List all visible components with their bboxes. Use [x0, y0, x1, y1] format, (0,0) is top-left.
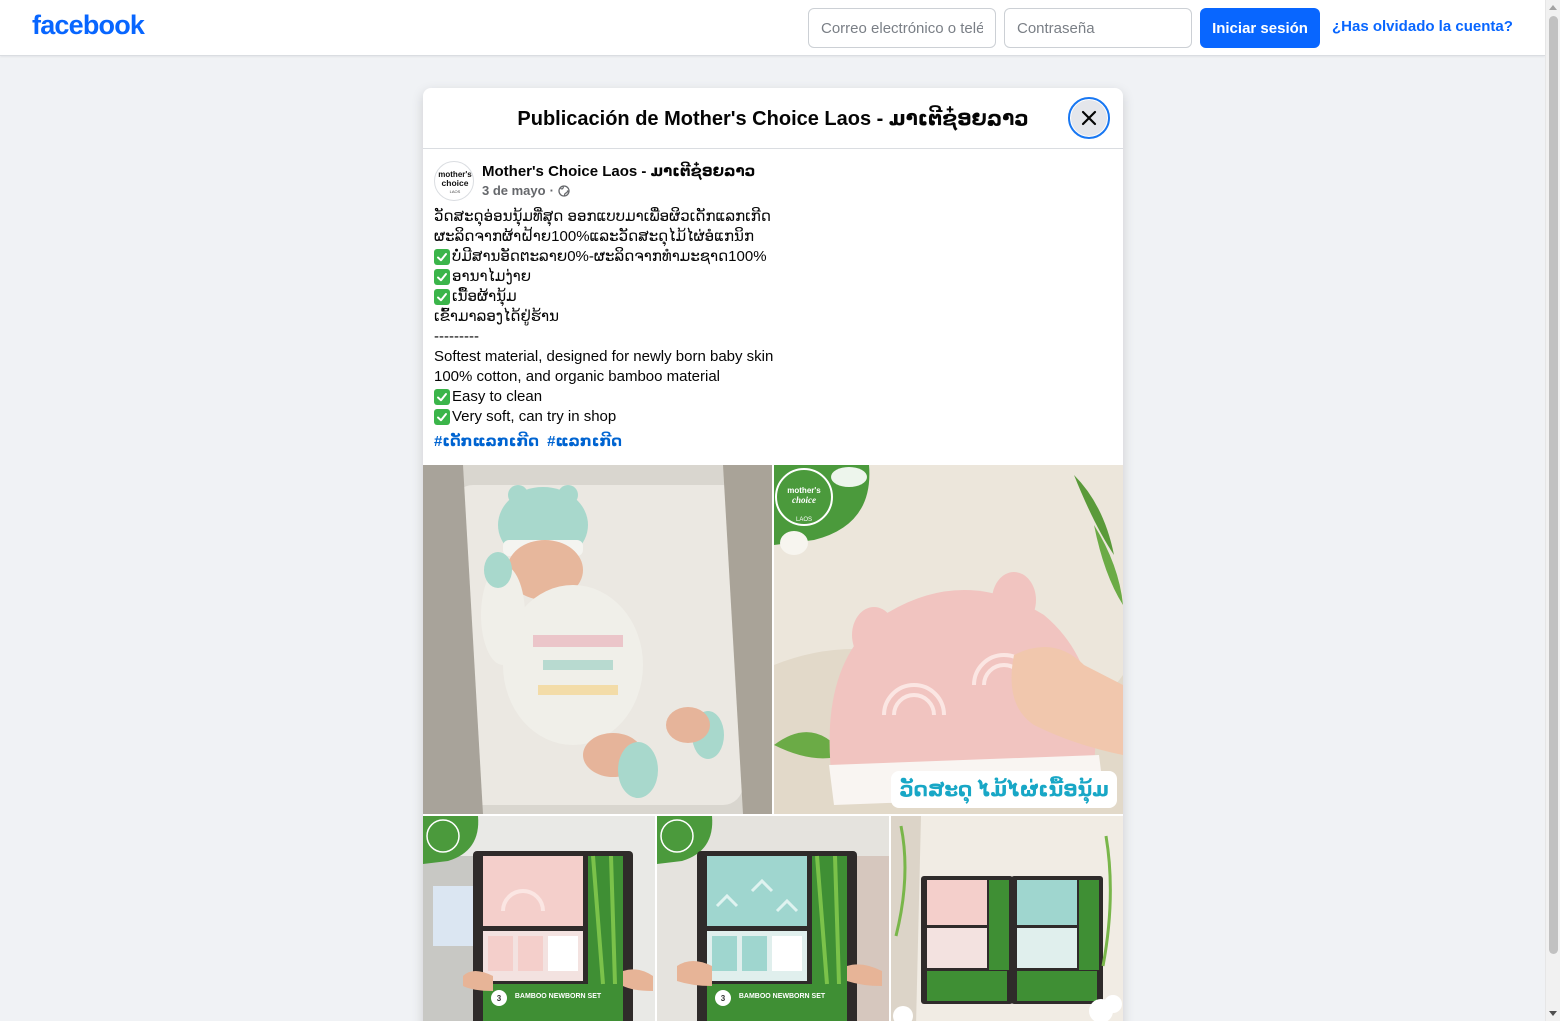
globe-icon — [558, 184, 570, 197]
box-label: BAMBOO NEWBORN SET — [739, 993, 826, 1000]
post-text-content: 100% cotton, and organic bamboo material — [434, 368, 721, 385]
post-text-content: ວັດສະດຸອ່ອນນຸ້ມທີ່ສຸດ ອອກແບບມາເພື່ອຜິວເດ… — [434, 208, 771, 225]
close-button[interactable] — [1068, 97, 1110, 139]
check-mark-icon — [434, 249, 450, 265]
post-text-content: ເຂົ້າມາລອງໄດ້ຢູ່ຮ້ານ — [434, 308, 559, 325]
hashtag-link[interactable]: #ເດັກແລກເກີດ — [434, 433, 539, 450]
photo-two-newborn-sets[interactable] — [891, 816, 1123, 1021]
post-header: mother's choice LAOS Mother's Choice Lao… — [423, 149, 1123, 207]
post-text-line: ບໍ່ມີສານອັດຕະລາຍ0%-ຜະລິດຈາກທຳມະຊາດ100% — [434, 247, 1112, 267]
facebook-logo[interactable]: facebook — [32, 10, 145, 41]
post-text-line: Easy to clean — [434, 387, 1112, 407]
post-text-content: --------- — [434, 328, 479, 345]
post-text-content: ເນື້ອຜ້ານຸ້ມ — [452, 288, 517, 305]
scrollbar-thumb[interactable] — [1549, 16, 1558, 954]
post-text-content: Softest material, designed for newly bor… — [434, 348, 774, 365]
photo-mint-newborn-set[interactable]: 3 BAMBOO NEWBORN SET — [657, 816, 889, 1021]
post-text-line: Very soft, can try in shop — [434, 407, 1112, 427]
photo-pink-hat[interactable]: mother's choice LAOS ວັດສະດຸ ໄມ້ໄຜ່ເນື້ອ… — [774, 465, 1123, 814]
scroll-up-arrow-icon[interactable] — [1549, 5, 1557, 10]
photo-pink-newborn-set[interactable]: 3 BAMBOO NEWBORN SET — [423, 816, 655, 1021]
top-navigation-bar: facebook Iniciar sesión ¿Has olvidado la… — [0, 0, 1545, 56]
post-text-line: ເນື້ອຜ້ານຸ້ມ — [434, 287, 1112, 307]
post-text-content: ອານາໄມງ່າຍ — [452, 268, 532, 285]
password-field[interactable] — [1004, 8, 1192, 48]
login-button[interactable]: Iniciar sesión — [1200, 8, 1320, 48]
badge-line-2: choice — [792, 495, 816, 505]
post-body: ວັດສະດຸອ່ອນນຸ້ມທີ່ສຸດ ອອກແບບມາເພື່ອຜິວເດ… — [423, 207, 1123, 427]
scroll-down-arrow-icon[interactable] — [1549, 1011, 1557, 1016]
check-mark-icon — [434, 289, 450, 305]
post-text-line: --------- — [434, 327, 1112, 347]
avatar[interactable]: mother's choice LAOS — [434, 161, 474, 201]
post-meta: 3 de mayo · — [482, 183, 570, 198]
email-field[interactable] — [808, 8, 996, 48]
hashtag-list: #ເດັກແລກເກີດ #ແລກເກີດ — [423, 427, 1123, 450]
avatar-line-3: LAOS — [450, 189, 461, 194]
page-scrollbar[interactable] — [1545, 0, 1560, 1021]
check-mark-icon — [434, 389, 450, 405]
post-text-content: ບໍ່ມີສານອັດຕະລາຍ0%-ຜະລິດຈາກທຳມະຊາດ100% — [452, 248, 767, 265]
badge-line-3: LAOS — [796, 517, 812, 523]
photo-caption: ວັດສະດຸ ໄມ້ໄຜ່ເນື້ອນຸ້ມ — [891, 771, 1117, 808]
post-text-content: Very soft, can try in shop — [452, 408, 617, 425]
meta-separator: · — [549, 183, 554, 198]
post-dialog: Publicación de Mother's Choice Laos - ມາ… — [423, 88, 1123, 1021]
box-label: BAMBOO NEWBORN SET — [515, 993, 602, 1000]
avatar-line-2: choice — [442, 178, 469, 188]
pack-count: 3 — [721, 994, 726, 1003]
close-icon — [1081, 110, 1097, 126]
badge-line-1: mother's — [787, 486, 821, 495]
post-date[interactable]: 3 de mayo — [482, 183, 546, 198]
post-author-name[interactable]: Mother's Choice Laos - ມາເຕີຊ໋ອຍລາວ — [482, 162, 755, 180]
post-text-line: ອານາໄມງ່າຍ — [434, 267, 1112, 287]
post-text-line: 100% cotton, and organic bamboo material — [434, 367, 1112, 387]
forgot-account-link[interactable]: ¿Has olvidado la cuenta? — [1332, 18, 1513, 35]
post-text-content: Easy to clean — [452, 388, 543, 405]
dialog-header: Publicación de Mother's Choice Laos - ມາ… — [423, 88, 1123, 149]
photo-sleeping-baby[interactable] — [423, 465, 772, 814]
dialog-title: Publicación de Mother's Choice Laos - ມາ… — [517, 108, 1029, 130]
check-mark-icon — [434, 269, 450, 285]
post-text-line: Softest material, designed for newly bor… — [434, 347, 1112, 367]
pack-count: 3 — [497, 994, 502, 1003]
hashtag-link[interactable]: #ແລກເກີດ — [547, 433, 622, 450]
post-text-line: ວັດສະດຸອ່ອນນຸ້ມທີ່ສຸດ ອອກແບບມາເພື່ອຜິວເດ… — [434, 207, 1112, 227]
page-logo-image: mother's choice LAOS — [438, 170, 472, 194]
post-text-content: ຜະລິດຈາກຜ້າຝ້າຍ100%ແລະວັດສະດຸໄມ້ໄຜ່ອໍແກນ… — [434, 228, 754, 245]
post-text-line: ເຂົ້າມາລອງໄດ້ຢູ່ຮ້ານ — [434, 307, 1112, 327]
check-mark-icon — [434, 409, 450, 425]
post-text-line: ຜະລິດຈາກຜ້າຝ້າຍ100%ແລະວັດສະດຸໄມ້ໄຜ່ອໍແກນ… — [434, 227, 1112, 247]
